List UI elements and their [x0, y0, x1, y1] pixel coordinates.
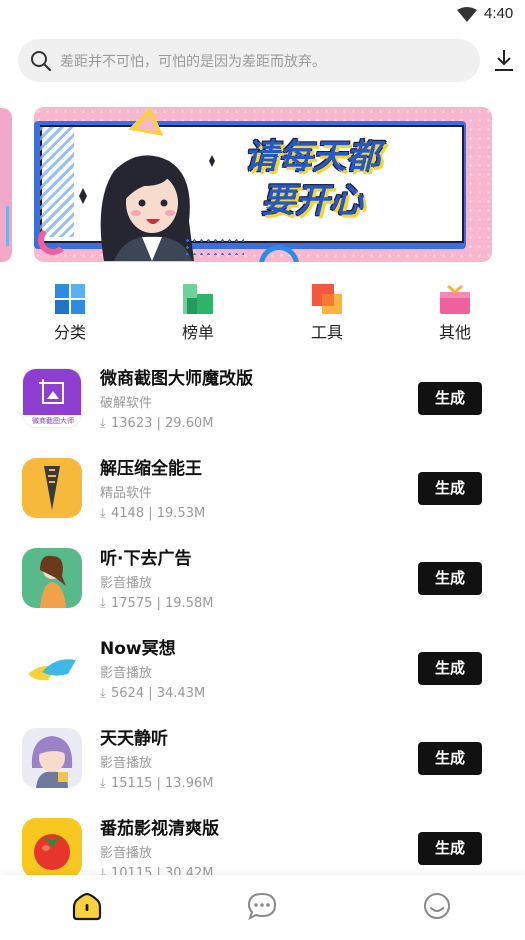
search-icon	[31, 51, 52, 72]
download-icon[interactable]	[493, 48, 515, 72]
download-small-icon: ⤓	[100, 776, 106, 791]
app-name: 天天静听	[100, 729, 168, 749]
list-item[interactable]: 解压缩全能王 精品软件 ⤓ 4148 | 19.53M 生成	[0, 450, 525, 540]
status-time: 4:40	[484, 5, 514, 22]
search-bar[interactable]: 差距并不可怕，可怕的是因为差距而放弃。	[18, 39, 480, 82]
app-stats: ⤓ 15115 | 13.96M	[100, 776, 214, 791]
app-icon-tomato-video	[22, 818, 82, 878]
app-icon-screenshot-master: 微商截图大师	[22, 368, 82, 428]
category-label: 工具	[310, 323, 343, 342]
list-item[interactable]: 听·下去广告 影音播放 ⤓ 17575 | 19.58M 生成	[0, 540, 525, 630]
generate-button[interactable]: 生成	[418, 562, 482, 595]
generate-button[interactable]: 生成	[418, 382, 482, 415]
category-item-tools[interactable]: 工具	[287, 282, 367, 342]
app-category: 影音播放	[100, 756, 153, 771]
app-stats: ⤓ 4148 | 19.53M	[100, 506, 206, 521]
category-item-classify[interactable]: 分类	[30, 282, 110, 342]
app-category: 影音播放	[100, 846, 153, 861]
download-small-icon: ⤓	[100, 596, 106, 611]
download-count: 17575	[111, 596, 153, 611]
download-count: 13623	[111, 416, 153, 431]
banner-line-1: 请每天都	[244, 137, 380, 177]
category-item-ranking[interactable]: 榜单	[158, 282, 238, 342]
file-size: 29.60M	[165, 416, 214, 431]
home-icon[interactable]	[72, 891, 102, 921]
category-item-other[interactable]: 其他	[415, 282, 495, 342]
download-small-icon: ⤓	[100, 506, 106, 521]
file-size: 19.53M	[156, 506, 206, 521]
app-icon-listen	[22, 548, 82, 608]
message-icon[interactable]	[247, 891, 277, 921]
profile-smile-icon[interactable]	[422, 891, 452, 921]
list-item[interactable]: 微商截图大师 微商截图大师魔改版 破解软件 ⤓ 13623 | 29.60M 生成	[0, 360, 525, 450]
app-stats: ⤓ 5624 | 34.43M	[100, 686, 206, 701]
app-name: 解压缩全能王	[100, 459, 202, 479]
app-category: 精品软件	[100, 486, 153, 501]
download-count: 4148	[111, 506, 145, 521]
app-icon-now-meditation	[22, 638, 82, 698]
generate-button[interactable]: 生成	[418, 742, 482, 775]
list-item[interactable]: 天天静听 影音播放 ⤓ 15115 | 13.96M 生成	[0, 720, 525, 810]
file-size: 19.58M	[165, 596, 214, 611]
category-label: 其他	[438, 323, 471, 342]
banner-carousel[interactable]: 请每天都 要开心	[34, 107, 492, 262]
wifi-icon	[457, 7, 477, 22]
category-label: 分类	[53, 323, 86, 342]
generate-button[interactable]: 生成	[418, 832, 482, 865]
app-category: 影音播放	[100, 666, 153, 681]
app-name: Now冥想	[100, 639, 176, 659]
app-stats: ⤓ 13623 | 29.60M	[100, 416, 214, 431]
app-name: 微商截图大师魔改版	[100, 369, 253, 389]
category-label: 榜单	[181, 323, 214, 342]
category-grid-icon	[55, 284, 85, 314]
banner-headline: 请每天都 要开心	[202, 135, 422, 223]
app-icon-tiantian-listen	[22, 728, 82, 788]
app-icon-unzip	[22, 458, 82, 518]
list-item[interactable]: Now冥想 影音播放 ⤓ 5624 | 34.43M 生成	[0, 630, 525, 720]
banner-line-2: 要开心	[261, 181, 363, 221]
category-nav: 分类 榜单 工具 其他	[0, 282, 525, 342]
download-count: 15115	[111, 776, 153, 791]
search-placeholder: 差距并不可怕，可怕的是因为差距而放弃。	[60, 54, 326, 70]
bottom-nav	[0, 875, 525, 940]
download-small-icon: ⤓	[100, 416, 106, 431]
app-category: 影音播放	[100, 576, 153, 591]
app-name: 番茄影视清爽版	[100, 819, 219, 839]
banner-previous-slide[interactable]	[0, 108, 12, 262]
status-bar: 4:40	[0, 0, 525, 30]
app-category: 破解软件	[100, 396, 153, 411]
download-count: 5624	[111, 686, 145, 701]
gift-icon	[440, 284, 470, 314]
app-stats: ⤓ 17575 | 19.58M	[100, 596, 214, 611]
file-size: 13.96M	[165, 776, 214, 791]
generate-button[interactable]: 生成	[418, 652, 482, 685]
tools-icon	[312, 284, 342, 314]
app-name: 听·下去广告	[100, 549, 192, 569]
file-size: 34.43M	[156, 686, 206, 701]
app-icon-caption: 微商截图大师	[32, 417, 74, 425]
ranking-icon	[183, 284, 213, 314]
generate-button[interactable]: 生成	[418, 472, 482, 505]
download-small-icon: ⤓	[100, 686, 106, 701]
